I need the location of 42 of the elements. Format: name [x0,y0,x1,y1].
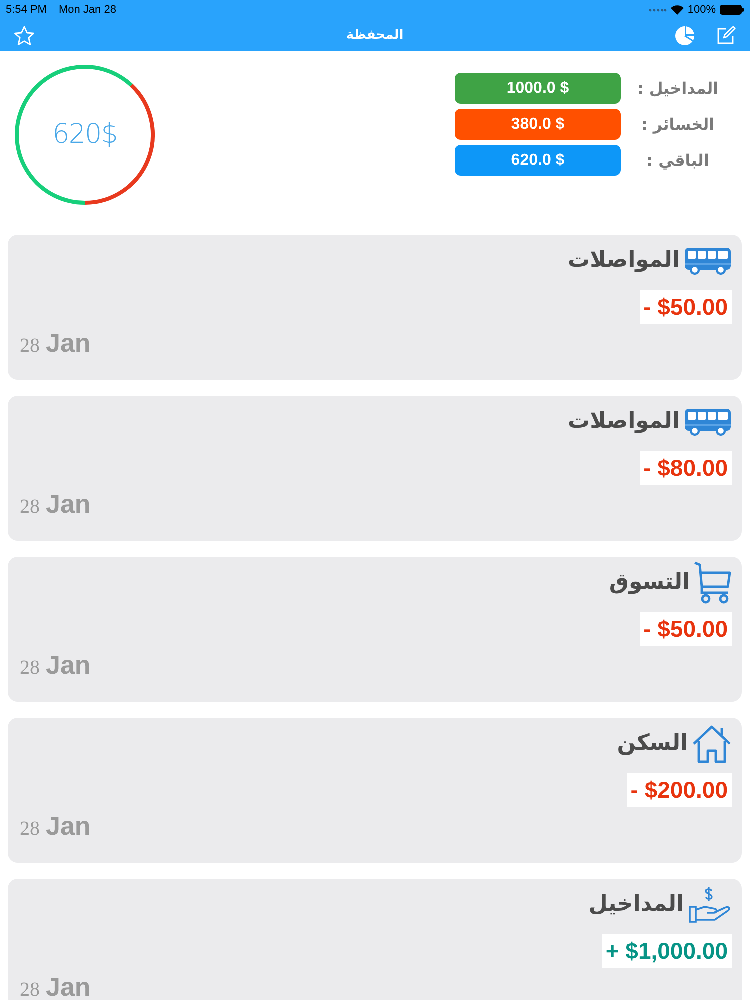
signal-dots-icon [648,8,667,12]
house-icon [692,724,732,764]
transaction-title: المواصلات [568,411,680,433]
wifi-icon [670,5,684,15]
status-time: 5:54 PM [6,2,47,18]
transaction-title: التسوق [609,572,690,594]
star-icon[interactable] [14,26,35,46]
summary-label: الباقي : [646,150,710,172]
date-day: 28 [20,819,40,839]
date-month: Jan [46,491,91,517]
transaction-title: المداخيل [588,894,684,916]
battery-icon [720,5,744,15]
transaction-title: السكن [617,733,688,755]
bus-icon [684,246,732,276]
date-month: Jan [46,330,91,356]
nav-title: المحفظة [346,26,404,45]
hand-dollar-icon [688,885,732,925]
date-month: Jan [46,652,91,678]
pie-chart-icon[interactable] [675,26,695,46]
transaction-amount: + $1,000.00 [602,934,732,968]
status-date: Mon Jan 28 [58,2,116,18]
battery-percent: 100% [688,2,716,18]
transaction-title: المواصلات [568,250,680,272]
date-day: 28 [20,658,40,678]
transaction-amount: - $200.00 [626,773,732,807]
summary-label: الخسائر : [640,114,716,136]
cart-icon [694,561,732,605]
summary-label: المداخيل : [636,78,720,100]
transaction-amount: - $80.00 [640,451,732,485]
date-month: Jan [46,813,91,839]
compose-icon[interactable] [717,26,736,45]
transaction-amount: - $50.00 [640,612,732,646]
date-day: 28 [20,497,40,517]
date-day: 28 [20,980,40,1000]
date-day: 28 [20,336,40,356]
balance-text: 620$ [52,118,118,152]
date-month: Jan [46,974,91,1000]
summary-value: 380.0 $ [455,109,621,140]
summary-value: 620.0 $ [455,145,621,176]
transaction-amount: - $50.00 [640,290,732,324]
bus-icon [684,408,732,436]
summary-value: 1000.0 $ [455,73,621,104]
